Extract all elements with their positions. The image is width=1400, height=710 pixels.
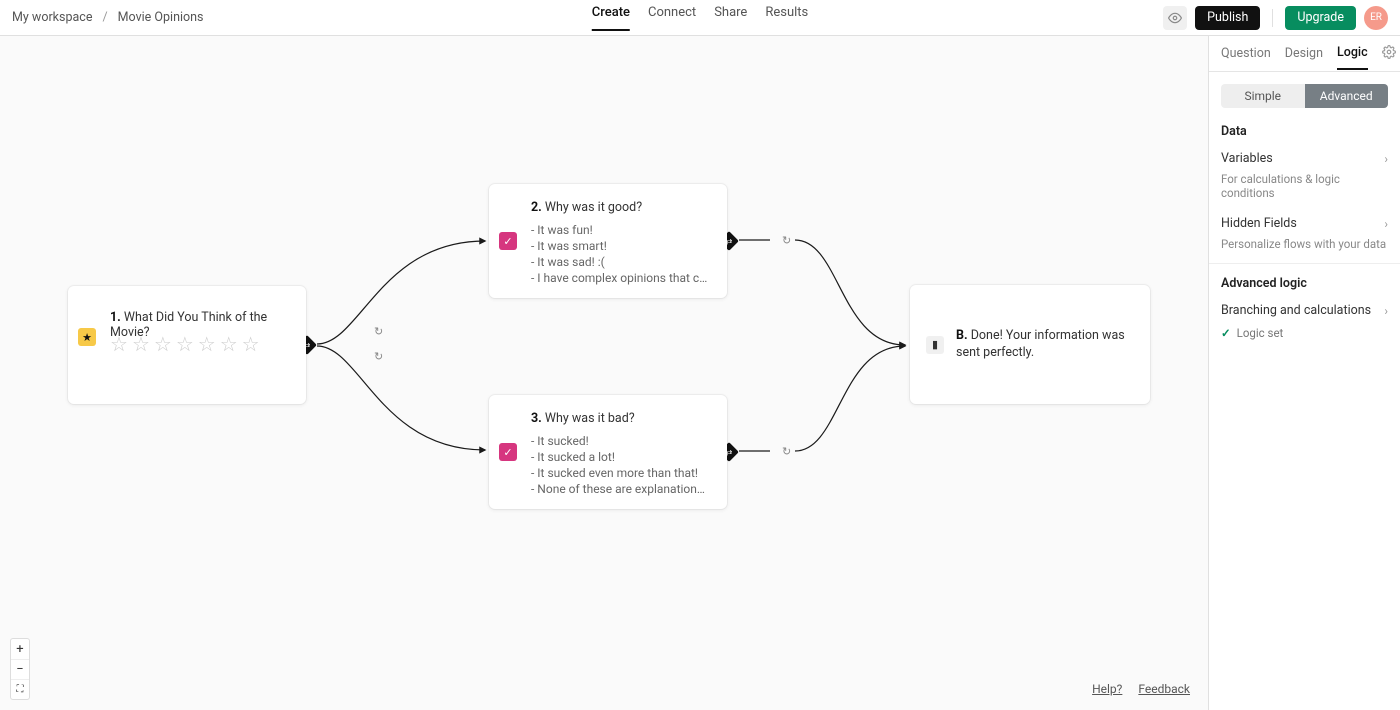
question-card-2[interactable]: ✓ 2. Why was it good? - It was fun! - It…: [489, 184, 727, 298]
end-screen-card[interactable]: ▮ B. Done! Your information was sent per…: [910, 285, 1150, 404]
variables-label: Variables: [1221, 151, 1273, 166]
check-icon: ✓: [1221, 326, 1231, 340]
tab-logic[interactable]: Logic: [1337, 37, 1368, 70]
chevron-right-icon: ›: [1384, 304, 1388, 318]
publish-button[interactable]: Publish: [1195, 6, 1260, 30]
chevron-right-icon: ›: [1384, 217, 1388, 231]
return-marker: ↻: [374, 325, 383, 338]
star-rating-icon: ★: [78, 328, 96, 346]
section-divider: [1209, 263, 1400, 264]
chevron-right-icon: ›: [1384, 152, 1388, 166]
panel-tabs: Question Design Logic: [1209, 36, 1400, 72]
nav-create[interactable]: Create: [592, 5, 630, 31]
end-screen-icon: ▮: [926, 336, 944, 354]
zoom-fullscreen-button[interactable]: ⛶: [11, 679, 29, 699]
footer-links: Help? Feedback: [1092, 682, 1190, 696]
logic-canvas[interactable]: ⇄ ⇄ ⇄ ↻ ↻ ↻ ↻ ★ 1. What Did You Think of…: [0, 36, 1208, 710]
logic-status: ✓ Logic set: [1221, 326, 1388, 340]
divider: [1272, 9, 1273, 27]
help-link[interactable]: Help?: [1092, 682, 1122, 696]
nav-results[interactable]: Results: [765, 5, 808, 31]
feedback-link[interactable]: Feedback: [1138, 682, 1190, 696]
zoom-in-button[interactable]: +: [11, 639, 29, 659]
right-panel: Question Design Logic Simple Advanced Da…: [1208, 36, 1400, 710]
question-title: 2. Why was it good?: [531, 200, 711, 215]
breadcrumb-separator: /: [102, 10, 107, 25]
nav-connect[interactable]: Connect: [648, 5, 696, 31]
tab-design[interactable]: Design: [1285, 38, 1323, 69]
branching-label: Branching and calculations: [1221, 303, 1371, 318]
rating-preview: ☆☆☆☆☆☆☆: [110, 332, 260, 356]
toggle-advanced[interactable]: Advanced: [1305, 84, 1389, 108]
return-marker: ↻: [782, 445, 791, 458]
toggle-simple[interactable]: Simple: [1221, 84, 1305, 108]
zoom-controls: + − ⛶: [10, 638, 30, 700]
hidden-fields-sub: Personalize flows with your data: [1221, 237, 1388, 251]
question-title: 3. Why was it bad?: [531, 411, 711, 426]
return-marker: ↻: [782, 234, 791, 247]
breadcrumb-workspace[interactable]: My workspace: [12, 10, 92, 25]
multiselect-icon: ✓: [499, 232, 517, 250]
end-screen-text: B. Done! Your information was sent perfe…: [956, 328, 1134, 361]
hidden-fields-item[interactable]: Hidden Fields ›: [1221, 212, 1388, 235]
tab-question[interactable]: Question: [1221, 38, 1271, 69]
return-marker: ↻: [374, 350, 383, 363]
question-card-1[interactable]: ★ 1. What Did You Think of the Movie? ☆☆…: [68, 286, 306, 404]
upgrade-button[interactable]: Upgrade: [1285, 6, 1356, 30]
app-header: My workspace / Movie Opinions Create Con…: [0, 0, 1400, 36]
breadcrumb-project[interactable]: Movie Opinions: [118, 10, 204, 25]
question-card-3[interactable]: ✓ 3. Why was it bad? - It sucked! - It s…: [489, 395, 727, 509]
header-actions: Publish Upgrade ER: [1163, 6, 1388, 30]
answer-options: - It sucked! - It sucked a lot! - It suc…: [531, 434, 711, 496]
answer-options: - It was fun! - It was smart! - It was s…: [531, 223, 711, 285]
branching-item[interactable]: Branching and calculations ›: [1221, 299, 1388, 322]
gear-icon: [1382, 45, 1396, 59]
breadcrumb: My workspace / Movie Opinions: [12, 10, 204, 25]
panel-settings-button[interactable]: [1382, 45, 1396, 63]
main-nav: Create Connect Share Results: [592, 5, 808, 31]
advanced-logic-title: Advanced logic: [1221, 276, 1388, 291]
data-section-title: Data: [1221, 124, 1388, 139]
preview-button[interactable]: [1163, 6, 1187, 30]
variables-sub: For calculations & logic conditions: [1221, 172, 1388, 200]
user-avatar[interactable]: ER: [1364, 6, 1388, 30]
variables-item[interactable]: Variables ›: [1221, 147, 1388, 170]
hidden-fields-label: Hidden Fields: [1221, 216, 1297, 231]
multiselect-icon: ✓: [499, 443, 517, 461]
logic-mode-toggle: Simple Advanced: [1221, 84, 1388, 108]
eye-icon: [1168, 11, 1182, 25]
zoom-out-button[interactable]: −: [11, 659, 29, 679]
nav-share[interactable]: Share: [714, 5, 747, 31]
